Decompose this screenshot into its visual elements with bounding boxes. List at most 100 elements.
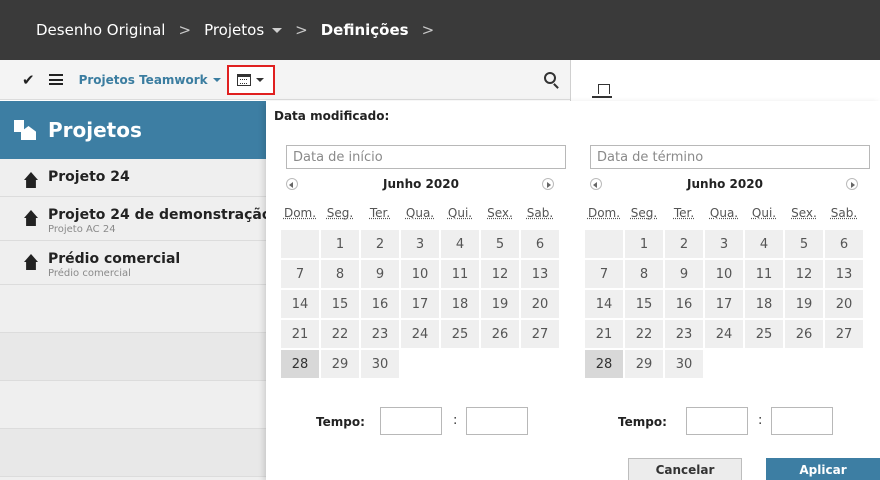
calendar-day-today[interactable]: 28 [280,349,320,379]
calendar-day[interactable]: 5 [480,229,520,259]
calendar-day[interactable]: 13 [520,259,560,289]
calendar-day[interactable]: 21 [584,319,624,349]
end-calendar: Junho 2020 Dom. Seg. Ter. Qua. Qui. Sex.… [584,171,866,379]
calendar-day[interactable]: 24 [400,319,440,349]
project-title: Prédio comercial [48,251,181,267]
calendar-day[interactable]: 16 [360,289,400,319]
start-date-input[interactable] [286,145,566,169]
calendar-day[interactable]: 2 [664,229,704,259]
calendar-day[interactable]: 6 [824,229,864,259]
time-separator: : [453,413,458,428]
calendar-day[interactable]: 5 [784,229,824,259]
date-filter-button[interactable] [226,64,275,95]
project-subtitle: Prédio comercial [48,268,131,279]
apply-button[interactable]: Aplicar [766,458,880,480]
list-item [0,333,266,381]
calendar-day[interactable]: 25 [744,319,784,349]
calendar-day[interactable]: 30 [664,349,704,379]
calendar-day[interactable]: 20 [520,289,560,319]
weekday-label: Sab. [526,206,554,220]
breadcrumb-desenho-original[interactable]: Desenho Original [36,21,165,39]
breadcrumb-definicoes[interactable]: Definições [321,21,409,39]
calendar-day[interactable]: 21 [280,319,320,349]
weekday-label: Dom. [283,206,317,220]
calendar-day-empty [584,229,624,259]
calendar-day[interactable]: 1 [320,229,360,259]
project-list-header: Projetos [0,101,266,159]
chevron-down-icon[interactable] [272,27,283,33]
calendar-day[interactable]: 14 [280,289,320,319]
breadcrumb-separator: > [295,21,308,39]
next-month-icon[interactable] [542,178,554,190]
calendar-day[interactable]: 19 [480,289,520,319]
calendar-day[interactable]: 26 [480,319,520,349]
calendar-day[interactable]: 9 [664,259,704,289]
weekday-label: Ter. [369,206,391,220]
calendar-day-empty [744,349,784,379]
calendar-day[interactable]: 25 [440,319,480,349]
calendar-day[interactable]: 22 [624,319,664,349]
end-minute-input[interactable] [771,407,833,435]
menu-icon[interactable] [48,74,63,85]
calendar-day[interactable]: 15 [624,289,664,319]
calendar-day[interactable]: 2 [360,229,400,259]
calendar-day[interactable]: 27 [824,319,864,349]
calendar-day[interactable]: 7 [280,259,320,289]
calendar-day[interactable]: 30 [360,349,400,379]
calendar-day[interactable]: 18 [744,289,784,319]
calendar-day[interactable]: 20 [824,289,864,319]
calendar-day[interactable]: 12 [784,259,824,289]
weekday-label: Dom. [587,206,621,220]
calendar-day[interactable]: 10 [704,259,744,289]
project-item[interactable]: Projeto 24 de demonstração Projeto AC 24 [0,197,266,241]
calendar-day[interactable]: 4 [440,229,480,259]
calendar-day[interactable]: 3 [400,229,440,259]
calendar-day[interactable]: 17 [704,289,744,319]
calendar-day[interactable]: 12 [480,259,520,289]
calendar-day[interactable]: 23 [360,319,400,349]
end-hour-input[interactable] [686,407,748,435]
calendar-day[interactable]: 26 [784,319,824,349]
calendar-day[interactable]: 3 [704,229,744,259]
calendar-day[interactable]: 13 [824,259,864,289]
calendar-day[interactable]: 4 [744,229,784,259]
project-item[interactable]: Projeto 24 [0,159,266,197]
cancel-button[interactable]: Cancelar [628,458,742,480]
chevron-down-icon [212,78,221,82]
calendar-day[interactable]: 19 [784,289,824,319]
calendar-day[interactable]: 1 [624,229,664,259]
calendar-day[interactable]: 8 [624,259,664,289]
calendar-day[interactable]: 23 [664,319,704,349]
calendar-day[interactable]: 11 [744,259,784,289]
breadcrumb-projetos[interactable]: Projetos [204,21,264,39]
check-icon[interactable]: ✔ [22,71,35,89]
calendar-day[interactable]: 17 [400,289,440,319]
calendar-day-today[interactable]: 28 [584,349,624,379]
calendar-day[interactable]: 24 [704,319,744,349]
calendar-day[interactable]: 16 [664,289,704,319]
calendar-day[interactable]: 14 [584,289,624,319]
calendar-day[interactable]: 7 [584,259,624,289]
calendar-day[interactable]: 9 [360,259,400,289]
calendar-day[interactable]: 22 [320,319,360,349]
calendar-day[interactable]: 10 [400,259,440,289]
calendar-day[interactable]: 15 [320,289,360,319]
calendar-day[interactable]: 11 [440,259,480,289]
start-minute-input[interactable] [466,407,528,435]
calendar-day[interactable]: 18 [440,289,480,319]
calendar-day[interactable]: 29 [320,349,360,379]
end-date-input[interactable] [590,145,870,169]
calendar-day[interactable]: 29 [624,349,664,379]
calendar-day[interactable]: 6 [520,229,560,259]
project-item[interactable]: Prédio comercial Prédio comercial [0,241,266,285]
date-filter-popover: Data modificado: Junho 2020 Dom. Seg. Te… [266,101,880,480]
start-calendar: Junho 2020 Dom. Seg. Ter. Qua. Qui. Sex.… [280,171,562,379]
weekday-label: Qua. [709,206,739,220]
project-selector[interactable]: Projetos Teamwork [79,73,221,87]
search-icon[interactable] [544,72,556,84]
next-month-icon[interactable] [846,178,858,190]
start-hour-input[interactable] [380,407,442,435]
calendar-day[interactable]: 8 [320,259,360,289]
breadcrumb-separator: > [178,21,192,39]
calendar-day[interactable]: 27 [520,319,560,349]
